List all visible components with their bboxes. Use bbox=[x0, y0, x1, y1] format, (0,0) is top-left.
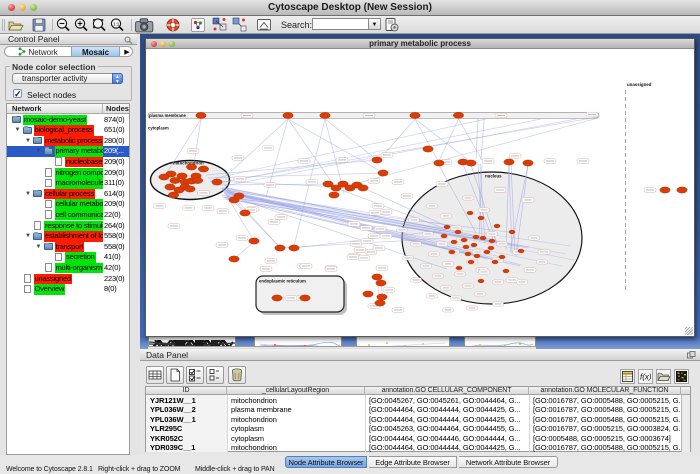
svg-text:cytoplasm: cytoplasm bbox=[148, 126, 169, 131]
svg-text:unassigned: unassigned bbox=[627, 82, 652, 87]
svg-text:endoplasmic reticulum: endoplasmic reticulum bbox=[259, 279, 306, 284]
svg-text:1:1: 1:1 bbox=[113, 22, 120, 27]
svg-text:nucleus: nucleus bbox=[485, 174, 502, 179]
svg-text:f(x): f(x) bbox=[640, 373, 652, 382]
svg-text:plasma membrane: plasma membrane bbox=[149, 113, 186, 118]
